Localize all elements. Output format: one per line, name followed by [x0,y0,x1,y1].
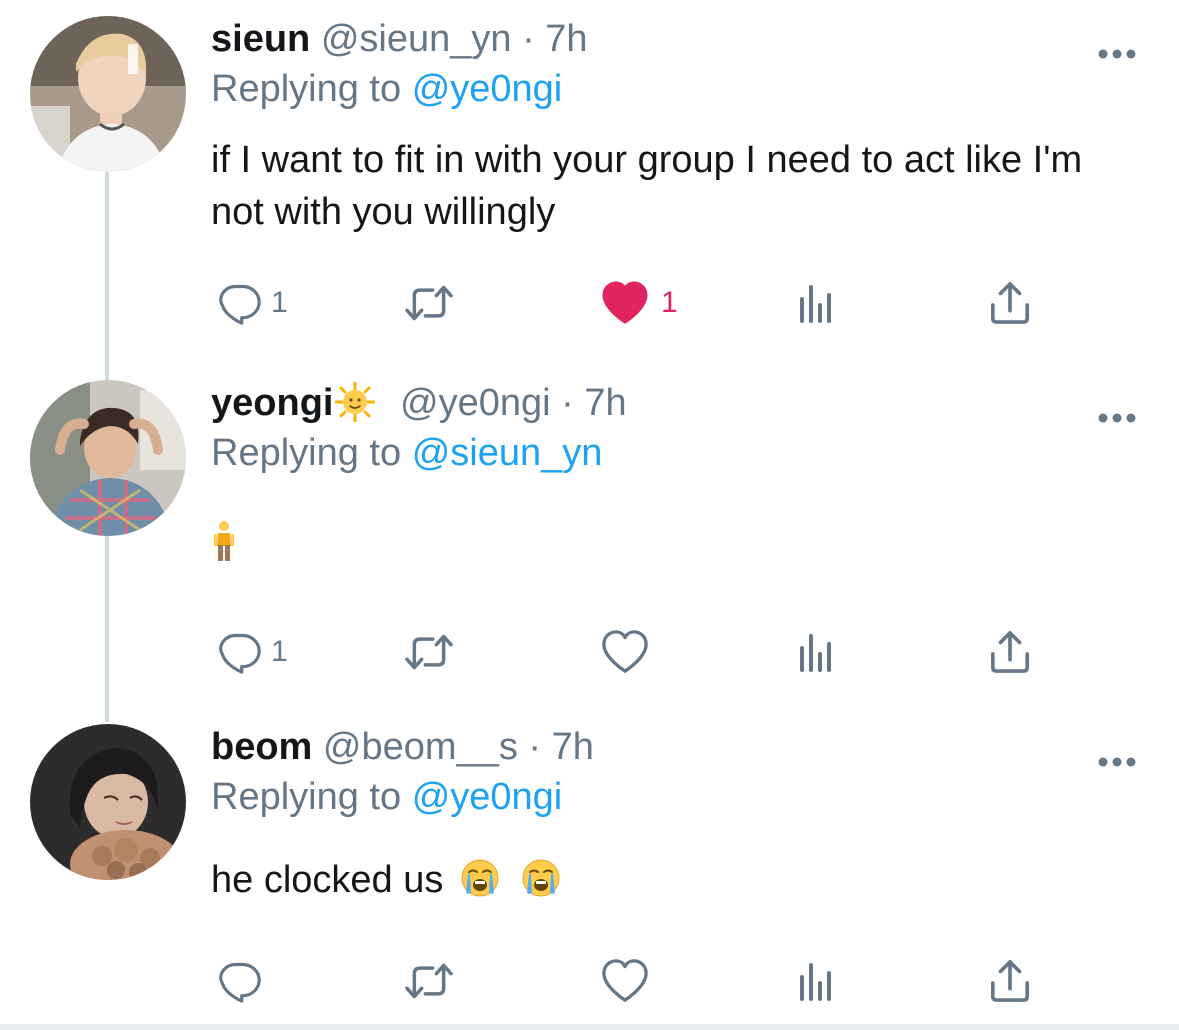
mention-link[interactable]: @sieun_yn [412,432,603,474]
tweet-actions: 1 1 [211,278,1051,328]
retweet-icon [401,281,457,325]
timestamp[interactable]: 7h [584,382,626,424]
person-standing-icon [214,521,234,561]
tweet-text: if I want to fit in with your group I ne… [211,139,1083,233]
reply-button[interactable] [217,956,261,1006]
avatar[interactable] [30,16,186,172]
avatar[interactable] [30,724,186,880]
like-button[interactable]: 1 [599,278,678,328]
display-name[interactable]: sieun [211,18,310,60]
share-icon [989,629,1031,675]
replying-to-label: Replying to [211,776,402,818]
separator-dot: · [528,726,542,768]
tweet-header: yeongi @ye0ngi · 7h [211,380,1111,426]
tweet-header: beom @beom__s · 7h [211,724,1111,770]
divider [0,1024,1179,1030]
retweet-button[interactable] [401,627,457,677]
more-options-icon[interactable] [1097,412,1137,424]
analytics-button[interactable] [796,278,836,328]
analytics-icon [796,630,836,674]
share-button[interactable] [989,278,1031,328]
reply-thread: sieun @sieun_yn · 7h Replying to @ye0ngi… [0,0,1179,1030]
reply-button[interactable]: 1 [217,627,288,677]
analytics-button[interactable] [796,956,836,1006]
mention-link[interactable]: @ye0ngi [412,68,563,110]
more-options-icon[interactable] [1097,756,1137,768]
loudly-crying-face-icon [521,858,561,898]
separator-dot: · [561,382,574,424]
avatar[interactable] [30,380,186,536]
share-icon [989,958,1031,1004]
tweet-actions [211,956,1051,1006]
replying-to: Replying to @sieun_yn [211,430,1111,476]
tweet-text: he clocked us [211,859,444,901]
reply-count: 1 [271,635,288,668]
reply-icon [217,959,261,1003]
user-handle[interactable]: @sieun_yn [321,18,512,60]
tweet-header: sieun @sieun_yn · 7h [211,16,1111,62]
analytics-button[interactable] [796,627,836,677]
like-button[interactable] [599,956,651,1006]
reply-count: 1 [271,286,288,319]
like-button[interactable] [599,627,651,677]
replying-to-label: Replying to [211,432,402,474]
heart-filled-icon [599,280,651,326]
display-name[interactable]: yeongi [211,382,333,424]
reply-icon [217,630,261,674]
reply-button[interactable]: 1 [217,278,288,328]
timestamp[interactable]: 7h [552,726,594,768]
separator-dot: · [522,18,535,60]
display-name[interactable]: beom [211,726,312,768]
share-button[interactable] [989,627,1031,677]
analytics-icon [796,281,836,325]
retweet-button[interactable] [401,278,457,328]
retweet-icon [401,959,457,1003]
mention-link[interactable]: @ye0ngi [412,776,563,818]
share-icon [989,280,1031,326]
tweet-text-row: he clocked us [211,854,1111,906]
tweet-text [211,520,1111,564]
share-button[interactable] [989,956,1031,1006]
loudly-crying-face-icon [460,858,500,898]
retweet-icon [401,630,457,674]
more-options-icon[interactable] [1097,48,1137,60]
replying-to: Replying to @ye0ngi [211,774,1111,820]
heart-icon [599,958,651,1004]
like-count: 1 [661,286,678,319]
retweet-button[interactable] [401,956,457,1006]
heart-icon [599,629,651,675]
user-handle[interactable]: @ye0ngi [400,382,551,424]
reply-icon [217,281,261,325]
sun-with-face-icon [335,381,376,422]
tweet-actions: 1 [211,627,1051,677]
analytics-icon [796,959,836,1003]
timestamp[interactable]: 7h [545,18,587,60]
user-handle[interactable]: @beom__s [323,726,518,768]
replying-to-label: Replying to [211,68,402,110]
replying-to: Replying to @ye0ngi [211,66,1111,112]
